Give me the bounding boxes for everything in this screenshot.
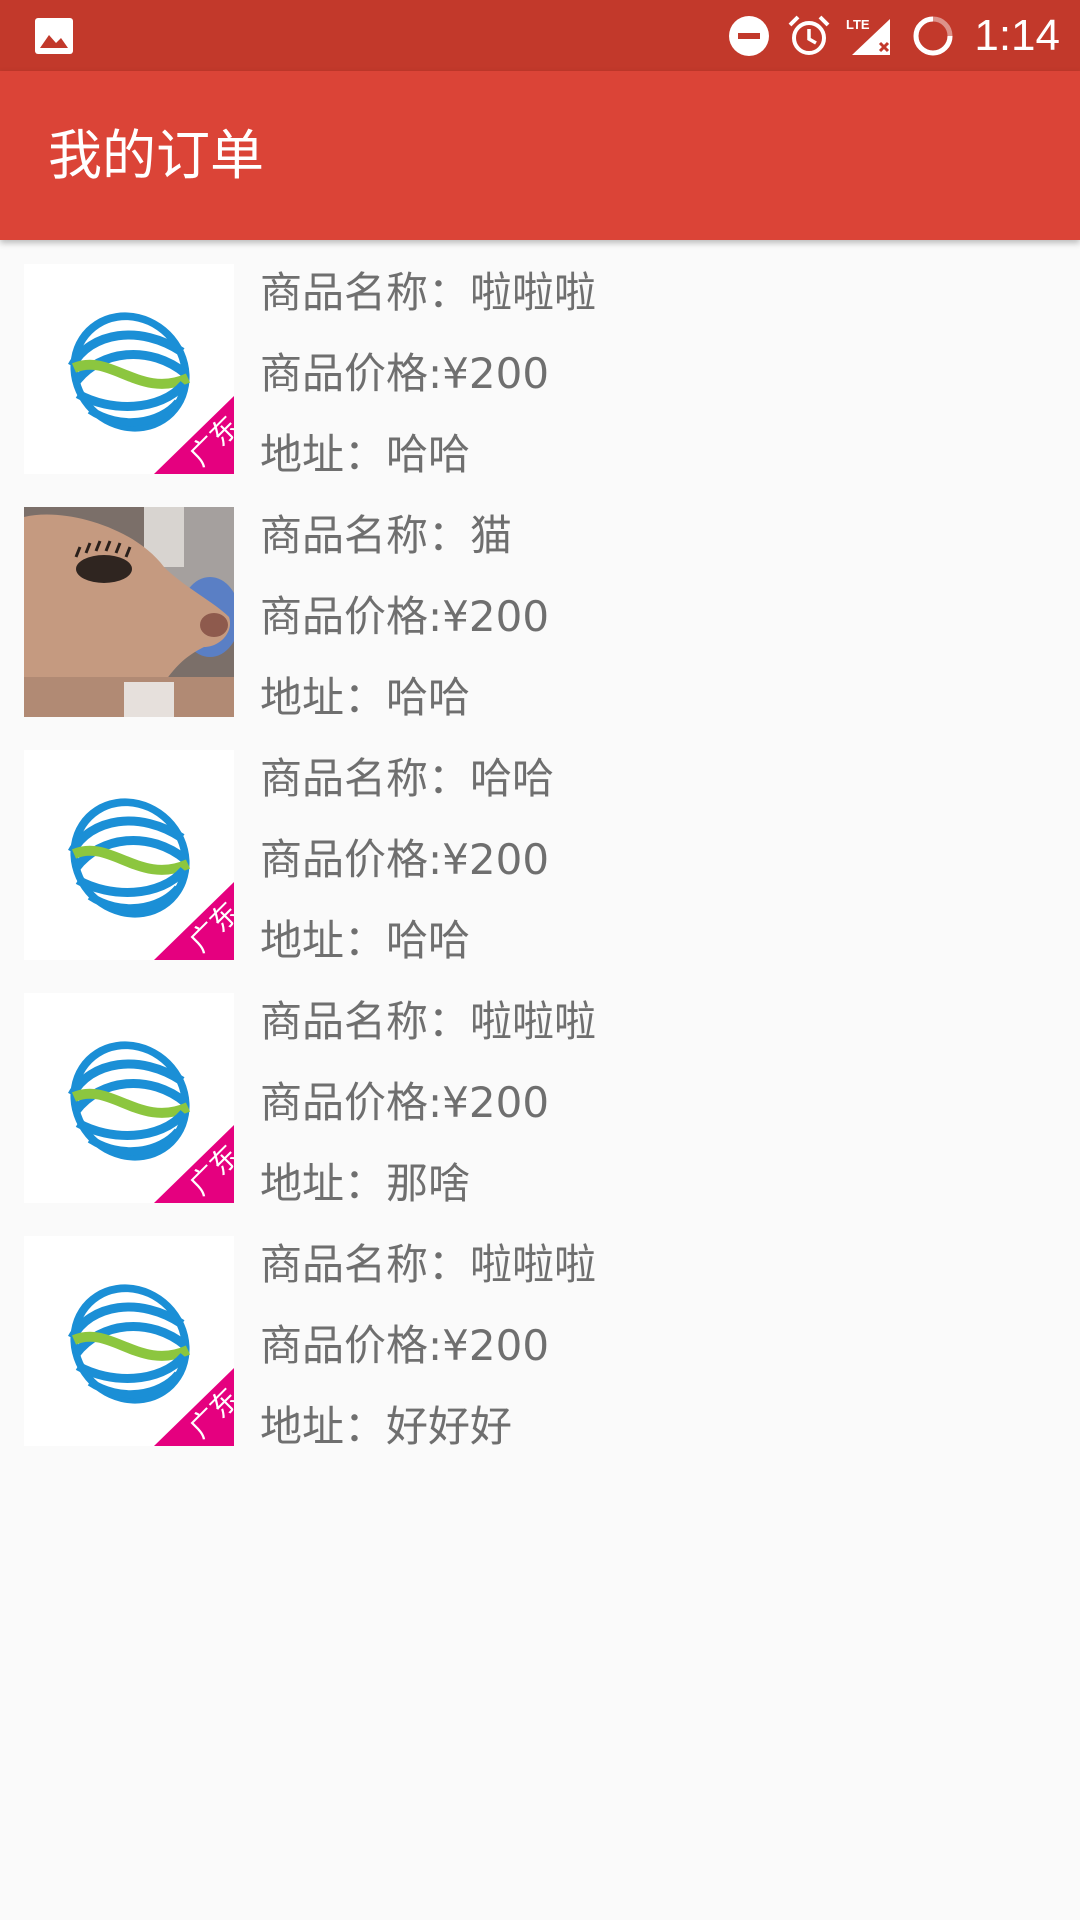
order-name: 商品名称：啦啦啦 [260,997,597,1046]
order-price: 商品价格:¥200 [260,835,550,884]
order-price: 商品价格:¥200 [260,1078,550,1127]
china-mobile-logo-icon: 广东 [24,1236,234,1446]
china-mobile-logo-icon: 广东 [24,750,234,960]
order-thumbnail: 广东 [24,264,234,474]
order-name: 商品名称：啦啦啦 [260,268,597,317]
order-list[interactable]: 广东 商品名称：啦啦啦 商品价格:¥200 地址：哈哈 商品名称：猫 商品价格:¥20… [0,240,1080,1455]
order-price: 商品价格:¥200 [260,1321,550,1370]
order-thumbnail: 广东 [24,993,234,1203]
order-name: 商品名称：猫 [260,511,513,560]
order-thumbnail: 广东 [24,750,234,960]
lte-signal-icon: LTE [846,13,896,59]
order-thumbnail: 广东 [24,1236,234,1446]
page-title: 我的订单 [48,124,264,187]
order-price: 商品价格:¥200 [260,592,550,641]
order-item[interactable]: 商品名称：猫 商品价格:¥200 地址：哈哈 [0,483,1080,726]
china-mobile-logo-icon: 广东 [24,264,234,474]
network-type-label: LTE [846,17,870,32]
order-info: 商品名称：啦啦啦 商品价格:¥200 地址：好好好 [260,1224,596,1467]
app-bar: 我的订单 [0,71,1080,240]
status-bar: LTE 1:14 [0,0,1080,71]
order-info: 商品名称：猫 商品价格:¥200 地址：哈哈 [260,495,549,738]
order-info: 商品名称：哈哈 商品价格:¥200 地址：哈哈 [260,738,554,981]
battery-loading-icon [910,13,956,59]
status-time: 1:14 [974,10,1060,60]
order-thumbnail [24,507,234,717]
order-name: 商品名称：啦啦啦 [260,1240,597,1289]
order-item[interactable]: 广东 商品名称：啦啦啦 商品价格:¥200 地址：哈哈 [0,240,1080,483]
order-address: 地址：好好好 [260,1402,513,1451]
dog-photo-icon [24,507,234,717]
do-not-disturb-icon [726,13,772,59]
order-item[interactable]: 广东 商品名称：啦啦啦 商品价格:¥200 地址：那啥 [0,969,1080,1212]
order-item[interactable]: 广东 商品名称：啦啦啦 商品价格:¥200 地址：好好好 [0,1212,1080,1455]
image-icon [35,18,73,54]
china-mobile-logo-icon: 广东 [24,993,234,1203]
order-info: 商品名称：啦啦啦 商品价格:¥200 地址：哈哈 [260,252,596,495]
order-info: 商品名称：啦啦啦 商品价格:¥200 地址：那啥 [260,981,596,1224]
order-name: 商品名称：哈哈 [260,754,555,803]
order-item[interactable]: 广东 商品名称：哈哈 商品价格:¥200 地址：哈哈 [0,726,1080,969]
order-price: 商品价格:¥200 [260,349,550,398]
alarm-icon [786,13,832,59]
